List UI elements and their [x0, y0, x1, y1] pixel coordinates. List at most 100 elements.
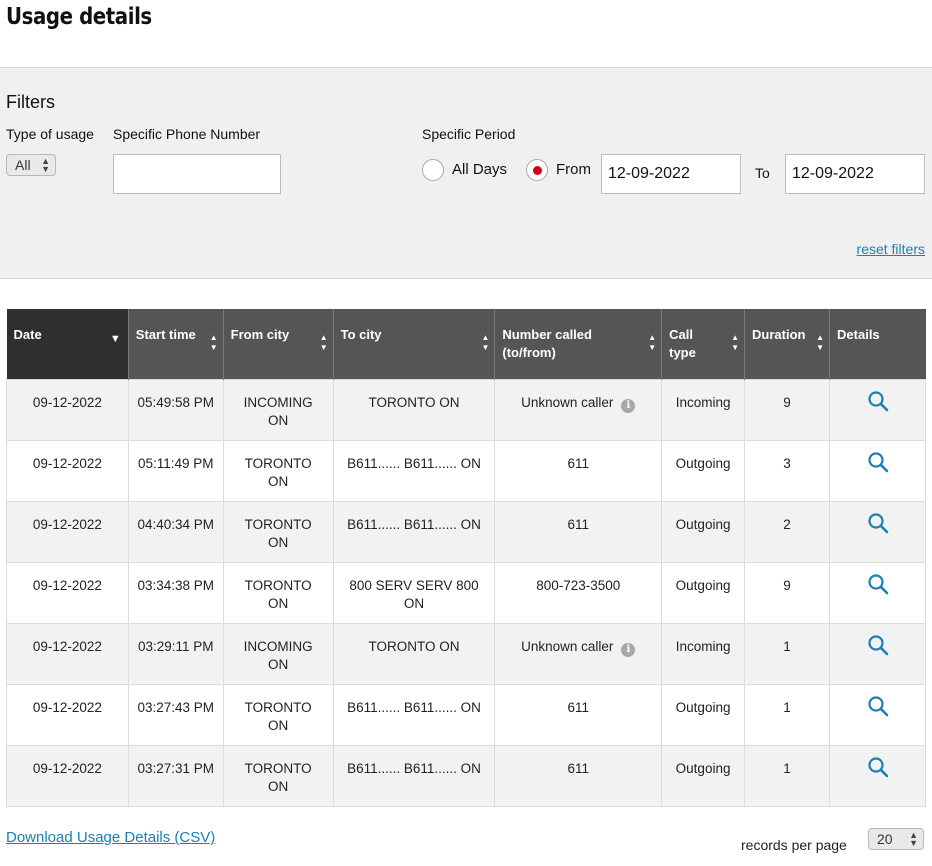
to-date-input[interactable]: 12-09-2022: [785, 154, 925, 194]
reset-filters-link[interactable]: reset filters: [857, 241, 925, 257]
cell-to-city: B611...... B611...... ON: [332, 500, 496, 563]
phone-number-input[interactable]: [113, 154, 281, 194]
records-per-page-select[interactable]: 20 ▲ ▼: [868, 828, 924, 850]
cell-to-city: TORONTO ON: [332, 622, 496, 685]
cell-from-city: INCOMING ON: [222, 622, 334, 685]
cell-duration: 1: [744, 744, 831, 807]
cell-call-type-text: Outgoing: [675, 699, 731, 715]
sort-icon: ▲ ▼: [648, 333, 657, 352]
cell-date-text: 09-12-2022: [32, 516, 102, 532]
magnifier-icon[interactable]: [867, 573, 889, 600]
cell-from-city: TORONTO ON: [222, 683, 334, 746]
column-header-details: Details: [829, 309, 926, 379]
cell-date: 09-12-2022: [6, 561, 129, 624]
cell-number-called: 611: [494, 683, 663, 746]
sort-desc-icon: ▼: [109, 333, 121, 345]
cell-to-city-text: B611...... B611...... ON: [347, 516, 481, 532]
cell-call-type: Outgoing: [661, 561, 746, 624]
cell-duration: 2: [744, 500, 831, 563]
info-icon[interactable]: i: [621, 398, 636, 413]
cell-from-city-text: TORONTO ON: [244, 516, 312, 550]
magnifier-icon[interactable]: [867, 390, 889, 417]
column-label: Duration: [752, 327, 806, 342]
info-icon[interactable]: i: [621, 642, 636, 657]
column-header-start-time[interactable]: Start time ▲ ▼: [127, 309, 224, 379]
cell-from-city-text: INCOMING ON: [243, 394, 313, 428]
cell-call-type-text: Outgoing: [675, 760, 731, 776]
cell-from-city-text: TORONTO ON: [244, 699, 312, 733]
cell-start-time: 03:27:43 PM: [127, 683, 224, 746]
cell-from-city: TORONTO ON: [222, 744, 334, 807]
sort-icon: ▲ ▼: [816, 333, 825, 352]
cell-call-type: Incoming: [661, 378, 746, 441]
column-header-to-city[interactable]: To city ▲ ▼: [332, 309, 495, 379]
cell-call-type: Outgoing: [661, 744, 746, 807]
all-days-label: All Days: [452, 161, 508, 178]
cell-duration: 3: [744, 439, 831, 502]
type-of-usage-label: Type of usage: [6, 126, 94, 142]
column-header-duration[interactable]: Duration ▲ ▼: [744, 309, 830, 379]
cell-call-type-text: Incoming: [675, 394, 731, 410]
magnifier-icon[interactable]: [867, 634, 889, 661]
column-header-number-called[interactable]: Number called (to/from) ▲ ▼: [494, 309, 662, 379]
to-label: To: [755, 165, 770, 181]
cell-number-called-text: 800-723-3500: [536, 577, 621, 593]
cell-to-city-text: TORONTO ON: [368, 394, 460, 410]
from-label: From: [556, 161, 591, 178]
cell-to-city: TORONTO ON: [332, 378, 496, 441]
cell-to-city: B611...... B611...... ON: [332, 683, 496, 746]
type-of-usage-select[interactable]: All ▲ ▼: [6, 154, 56, 176]
cell-duration-text: 9: [783, 577, 791, 593]
cell-duration-text: 1: [783, 699, 791, 715]
column-header-from-city[interactable]: From city ▲ ▼: [222, 309, 334, 379]
download-csv-link[interactable]: Download Usage Details (CSV): [6, 829, 215, 846]
select-arrows-icon: ▲ ▼: [41, 156, 50, 174]
cell-call-type-text: Incoming: [675, 638, 731, 654]
cell-number-called: Unknown caller i: [494, 378, 663, 441]
column-label: Details: [837, 327, 880, 342]
sort-icon: ▲ ▼: [481, 333, 490, 352]
cell-start-time: 03:27:31 PM: [127, 744, 224, 807]
magnifier-icon[interactable]: [867, 756, 889, 783]
table-row: 09-12-2022 04:40:34 PM TORONTO ON B611.....…: [6, 500, 926, 563]
cell-start-time: 05:49:58 PM: [127, 378, 224, 441]
cell-to-city-text: B611...... B611...... ON: [347, 699, 481, 715]
from-radio[interactable]: [526, 159, 548, 181]
cell-number-called: 611: [494, 500, 663, 563]
page-title: Usage details: [6, 4, 152, 30]
table-header-row: Date ▼ Start time ▲ ▼ From city ▲ ▼ To cit…: [6, 309, 926, 379]
cell-details: [829, 683, 926, 746]
magnifier-icon[interactable]: [867, 451, 889, 478]
cell-duration-text: 2: [783, 516, 791, 532]
table-row: 09-12-2022 03:27:31 PM TORONTO ON B611.....…: [6, 744, 926, 807]
all-days-radio[interactable]: [422, 159, 444, 181]
cell-start-time-text: 03:29:11 PM: [137, 638, 214, 654]
magnifier-icon[interactable]: [867, 695, 889, 722]
column-label: To city: [340, 327, 382, 342]
magnifier-icon[interactable]: [867, 512, 889, 539]
cell-date: 09-12-2022: [6, 439, 129, 502]
cell-to-city-text: 800 SERV SERV 800 ON: [349, 577, 479, 611]
cell-to-city-text: TORONTO ON: [368, 638, 460, 654]
cell-call-type: Incoming: [661, 622, 746, 685]
column-header-call-type[interactable]: Call type ▲ ▼: [661, 309, 745, 379]
table-row: 09-12-2022 05:49:58 PM INCOMING ON TORONTO …: [6, 378, 926, 441]
cell-duration-text: 1: [783, 638, 791, 654]
cell-start-time: 04:40:34 PM: [127, 500, 224, 563]
cell-date: 09-12-2022: [6, 744, 129, 807]
cell-start-time: 03:34:38 PM: [127, 561, 224, 624]
cell-number-called: 800-723-3500: [494, 561, 663, 624]
cell-call-type-text: Outgoing: [675, 516, 731, 532]
column-header-date[interactable]: Date ▼: [6, 309, 129, 379]
from-date-input[interactable]: 12-09-2022: [601, 154, 741, 194]
cell-to-city: B611...... B611...... ON: [332, 439, 496, 502]
cell-details: [829, 744, 926, 807]
table-row: 09-12-2022 03:34:38 PM TORONTO ON 800 SERV …: [6, 561, 926, 624]
sort-icon: ▲ ▼: [319, 333, 328, 352]
cell-from-city-text: TORONTO ON: [244, 577, 312, 611]
cell-start-time: 03:29:11 PM: [127, 622, 224, 685]
cell-start-time-text: 03:34:38 PM: [137, 577, 215, 593]
cell-details: [829, 622, 926, 685]
cell-duration: 1: [744, 683, 831, 746]
cell-from-city: TORONTO ON: [222, 561, 334, 624]
